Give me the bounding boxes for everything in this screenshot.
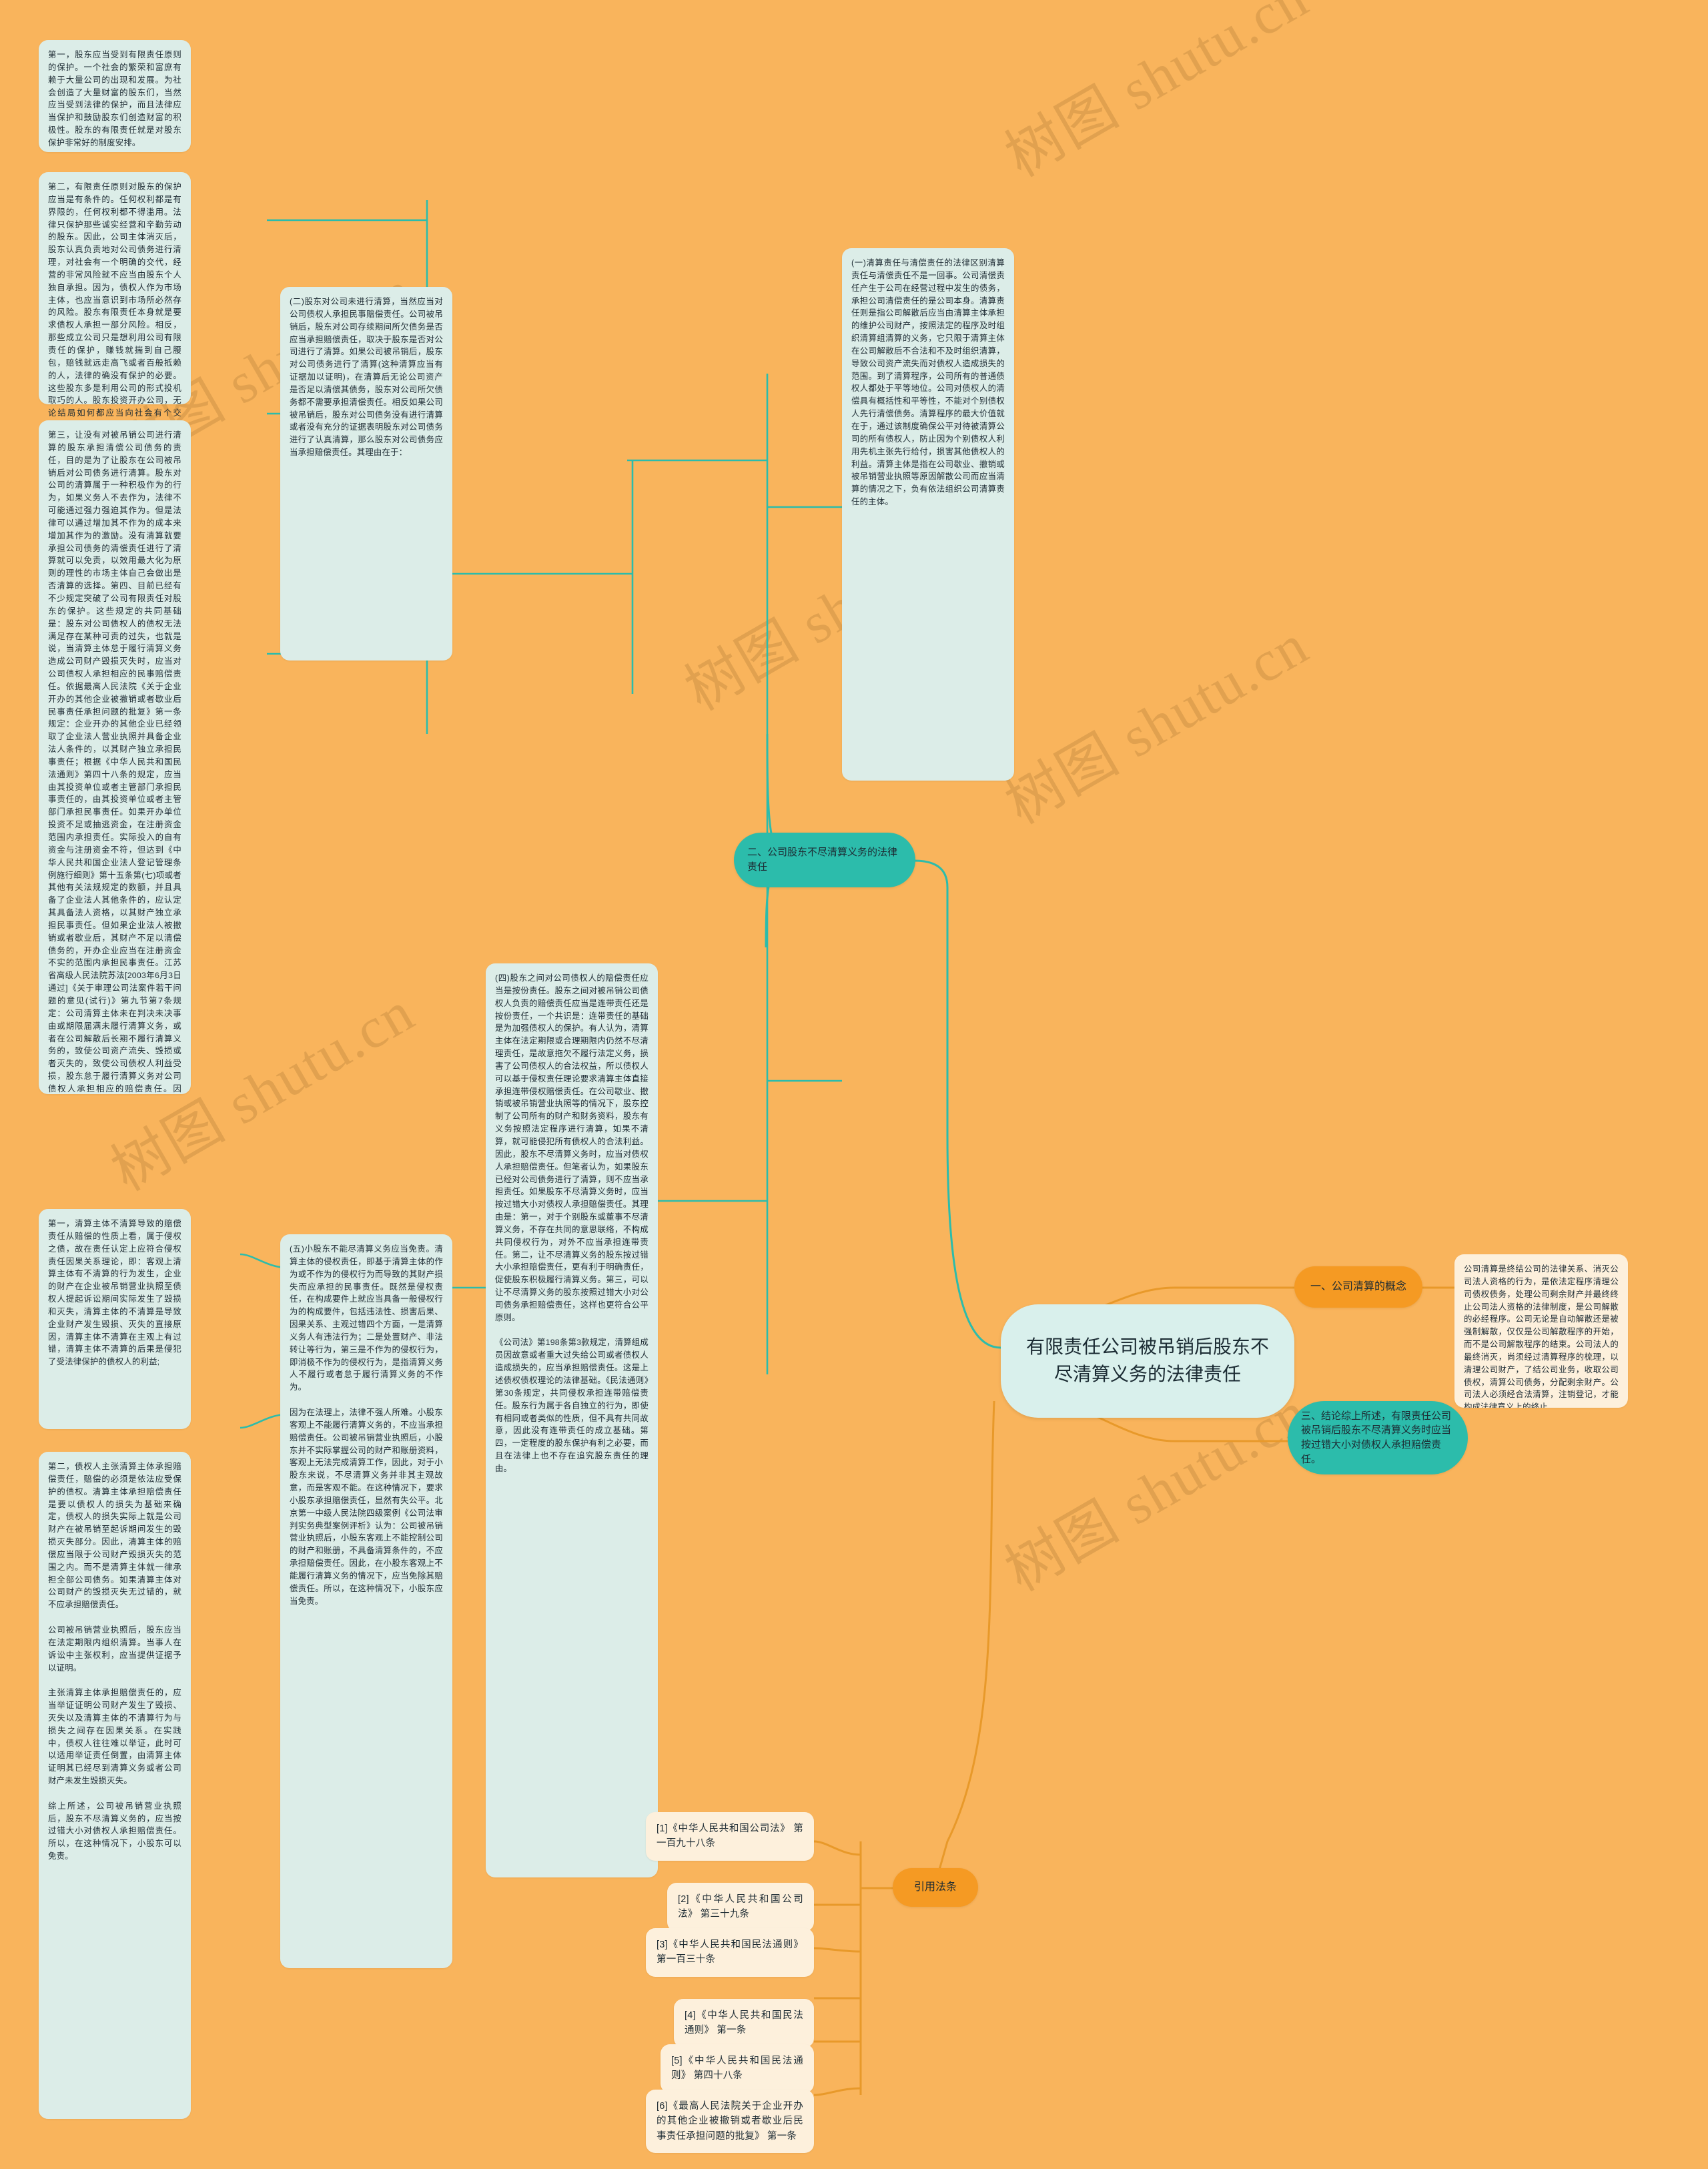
liability-section-text: (一)清算责任与清偿责任的法律区别清算责任与清偿责任不是一回事。公司清偿责任产生… [851,258,1005,507]
argument-card: 第一，股东应当受到有限责任原则的保护。一个社会的繁荣和富庶有赖于大量公司的出现和… [39,40,191,152]
reference-card: [6]《最高人民法院关于企业开办的其他企业被撤销或者歇业后民事责任承担问题的批复… [646,2090,814,2154]
argument-card: 第二，债权人主张清算主体承担赔偿责任，赔偿的必须是依法应受保护的债权。清算主体承… [39,1452,191,2119]
reference-card: [4]《中华人民共和国民法通则》 第一条 [674,1999,814,2048]
argument-text: 第二，有限责任原则对股东的保护应当是有条件的。任何权利都是有界限的，任何权利都不… [48,182,181,456]
reference-text: [4]《中华人民共和国民法通则》 第一条 [685,2010,803,2036]
argument-text: 第二，债权人主张清算主体承担赔偿责任，赔偿的必须是依法应受保护的债权。清算主体承… [48,1462,181,1861]
concept-detail-text: 公司清算是终结公司的法律关系、消灭公司法人资格的行为，是依法定程序清理公司债权债… [1464,1264,1619,1408]
reference-card: [1]《中华人民共和国公司法》 第一百九十八条 [646,1812,814,1861]
root-node[interactable]: 有限责任公司被吊销后股东不尽清算义务的法律责任 [1001,1304,1294,1418]
argument-card: 第二，有限责任原则对股东的保护应当是有条件的。任何权利都是有界限的，任何权利都不… [39,172,191,456]
reference-card: [5]《中华人民共和国民法通则》 第四十八条 [661,2044,814,2093]
reference-text: [3]《中华人民共和国民法通则》 第一百三十条 [657,1939,803,1966]
liability-section-card: (一)清算责任与清偿责任的法律区别清算责任与清偿责任不是一回事。公司清偿责任产生… [842,248,1014,781]
branch-references-label: 引用法条 [913,1881,957,1893]
liability-section-text: (二)股东对公司未进行清算，当然应当对公司债权人承担民事赔偿责任。公司被吊销后，… [290,297,443,458]
liability-section-text: (五)小股东不能尽清算义务应当免责。清算主体的侵权责任，即基于清算主体的作为或不… [290,1244,443,1606]
liability-section-card: (二)股东对公司未进行清算，当然应当对公司债权人承担民事赔偿责任。公司被吊销后，… [280,287,452,661]
watermark: 树图 shutu.cn [995,612,1319,837]
reference-card: [2]《中华人民共和国公司法》 第三十九条 [667,1883,814,1931]
argument-text: 第三，让没有对被吊销公司进行清算的股东承担清偿公司债务的责任，目的是为了让股东在… [48,430,181,1094]
argument-text: 第一，股东应当受到有限责任原则的保护。一个社会的繁荣和富庶有赖于大量公司的出现和… [48,50,181,147]
branch-conclusion[interactable]: 三、结论综上所述，有限责任公司被吊销后股东不尽清算义务时应当按过错大小对债权人承… [1288,1401,1468,1474]
branch-liability[interactable]: 二、公司股东不尽清算义务的法律责任 [734,833,915,887]
watermark: 树图 shutu.cn [995,0,1319,189]
reference-text: [1]《中华人民共和国公司法》 第一百九十八条 [657,1823,803,1849]
argument-card: 第三，让没有对被吊销公司进行清算的股东承担清偿公司债务的责任，目的是为了让股东在… [39,420,191,1094]
argument-text: 第一，清算主体不清算导致的赔偿责任从赔偿的性质上看，属于侵权之债，故在责任认定上… [48,1219,181,1367]
branch-concept-label: 一、公司清算的概念 [1310,1281,1406,1293]
branch-concept[interactable]: 一、公司清算的概念 [1294,1266,1422,1308]
reference-text: [2]《中华人民共和国公司法》 第三十九条 [678,1894,803,1920]
branch-conclusion-label: 三、结论综上所述，有限责任公司被吊销后股东不尽清算义务时应当按过错大小对债权人承… [1301,1410,1452,1465]
reference-card: [3]《中华人民共和国民法通则》 第一百三十条 [646,1928,814,1977]
argument-card: 第一，清算主体不清算导致的赔偿责任从赔偿的性质上看，属于侵权之债，故在责任认定上… [39,1209,191,1429]
concept-detail-card: 公司清算是终结公司的法律关系、消灭公司法人资格的行为，是依法定程序清理公司债权债… [1454,1254,1628,1408]
reference-text: [5]《中华人民共和国民法通则》 第四十八条 [671,2056,803,2082]
liability-section-text: (四)股东之间对公司债权人的赔偿责任应当是按份责任。股东之间对被吊销公司债权人负… [495,973,649,1473]
root-title: 有限责任公司被吊销后股东不尽清算义务的法律责任 [1025,1336,1269,1384]
branch-references[interactable]: 引用法条 [893,1868,978,1907]
reference-text: [6]《最高人民法院关于企业开办的其他企业被撤销或者歇业后民事责任承担问题的批复… [657,2101,803,2142]
liability-section-card: (四)股东之间对公司债权人的赔偿责任应当是按份责任。股东之间对被吊销公司债权人负… [486,963,658,1877]
mindmap-canvas: 树图 shutu.cn 树图 shutu.cn 树图 shutu.cn 树图 s… [0,0,1708,2169]
liability-section-card: (五)小股东不能尽清算义务应当免责。清算主体的侵权责任，即基于清算主体的作为或不… [280,1234,452,1968]
branch-liability-label: 二、公司股东不尽清算义务的法律责任 [747,847,898,873]
